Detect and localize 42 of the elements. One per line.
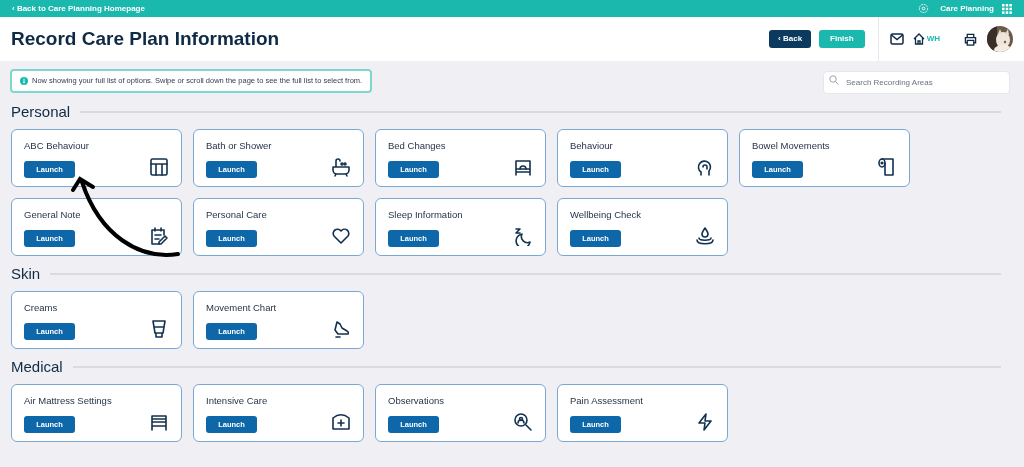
heart-icon: [331, 226, 351, 246]
note-pencil-icon: [149, 226, 169, 246]
card-title: Movement Chart: [206, 301, 278, 315]
bed-icon: [513, 157, 533, 177]
home-label: WH: [926, 33, 940, 45]
card-title: Bath or Shower: [206, 139, 273, 153]
card-title: Air Mattress Settings: [24, 394, 113, 408]
moon-sleep-icon: [513, 226, 533, 246]
card-title: Behaviour: [570, 139, 614, 153]
section-heading: Medical: [11, 356, 63, 377]
card-title: Personal Care: [206, 208, 268, 222]
bed-icon: [149, 412, 169, 432]
lightning-icon: [695, 412, 715, 432]
card-title: Pain Assessment: [570, 394, 644, 408]
person-search-icon: [513, 412, 533, 432]
app-name: Care Planning: [940, 2, 994, 15]
card-title: Wellbeing Check: [570, 208, 643, 222]
table-icon: [149, 157, 169, 177]
bathtub-icon: [331, 157, 351, 177]
card-title: Intensive Care: [206, 394, 269, 408]
card-title: Observations: [388, 394, 445, 408]
card-title: Bowel Movements: [752, 139, 831, 153]
search-icon: [829, 75, 839, 85]
section-heading: Skin: [11, 263, 41, 284]
print-icon[interactable]: [964, 32, 977, 46]
cream-tube-icon: [149, 319, 169, 339]
card-title: ABC Behaviour: [24, 139, 90, 153]
home-icon[interactable]: [912, 33, 925, 45]
back-button[interactable]: ‹ Back: [769, 30, 812, 48]
water-drop-icon: [695, 226, 715, 246]
shoe-icon: [331, 319, 351, 339]
mail-icon[interactable]: [889, 33, 904, 45]
card-title: Sleep Information: [388, 208, 464, 222]
card-title: Creams: [24, 301, 59, 315]
info-icon: [20, 77, 28, 85]
search-field[interactable]: Search Recording Areas: [823, 71, 1010, 94]
card-title: Bed Changes: [388, 139, 447, 153]
toilet-roll-icon: [877, 157, 897, 177]
medical-cross-icon: [331, 412, 351, 432]
section-heading: Personal: [11, 101, 71, 122]
page-title: Record Care Plan Information: [11, 26, 281, 51]
card-title: General Note: [24, 208, 82, 222]
